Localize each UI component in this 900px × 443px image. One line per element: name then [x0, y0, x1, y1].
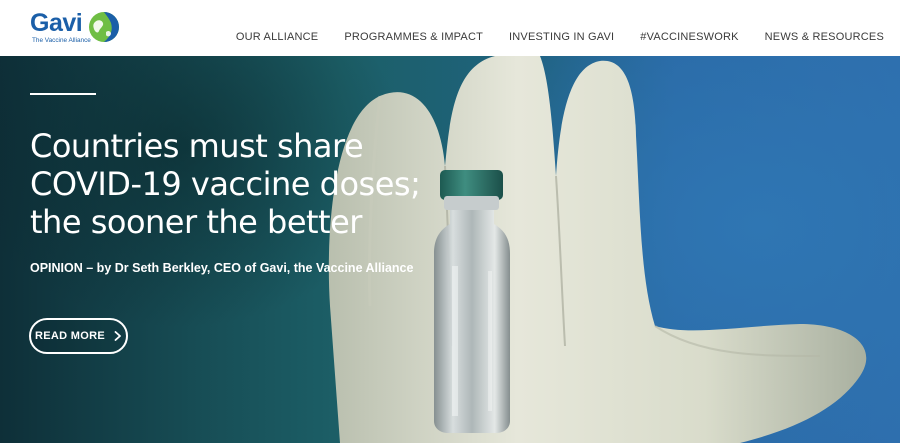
gavi-globe-logo-icon: [89, 12, 119, 42]
site-header: Gavi The Vaccine Alliance OUR ALLIANCE P…: [0, 0, 900, 56]
nav-news-resources[interactable]: NEWS & RESOURCES: [765, 30, 884, 44]
hero-byline: OPINION – by Dr Seth Berkley, CEO of Gav…: [30, 261, 414, 275]
hero-image: [328, 56, 867, 443]
nav-programmes-impact[interactable]: PROGRAMMES & IMPACT: [344, 30, 483, 44]
hero-headline: Countries must share COVID-19 vaccine do…: [30, 127, 470, 241]
headline-line: Countries must share: [30, 127, 364, 165]
hero-banner: Countries must share COVID-19 vaccine do…: [0, 56, 900, 443]
accent-line: [30, 93, 96, 95]
headline-line: COVID-19 vaccine doses;: [30, 165, 421, 203]
chevron-right-icon: [114, 331, 121, 341]
read-more-label: READ MORE: [35, 330, 105, 342]
main-nav: OUR ALLIANCE PROGRAMMES & IMPACT INVESTI…: [210, 0, 884, 56]
glove-shape: [328, 56, 867, 443]
gavi-logo[interactable]: Gavi The Vaccine Alliance: [30, 9, 130, 49]
nav-our-alliance[interactable]: OUR ALLIANCE: [236, 30, 318, 44]
nav-vaccineswork[interactable]: #VACCINESWORK: [640, 30, 738, 44]
read-more-button[interactable]: READ MORE: [29, 318, 128, 354]
logo-tagline: The Vaccine Alliance: [32, 37, 91, 44]
nav-investing-in-gavi[interactable]: INVESTING IN GAVI: [509, 30, 614, 44]
logo-wordmark: Gavi: [30, 9, 83, 37]
headline-line: the sooner the better: [30, 203, 362, 241]
